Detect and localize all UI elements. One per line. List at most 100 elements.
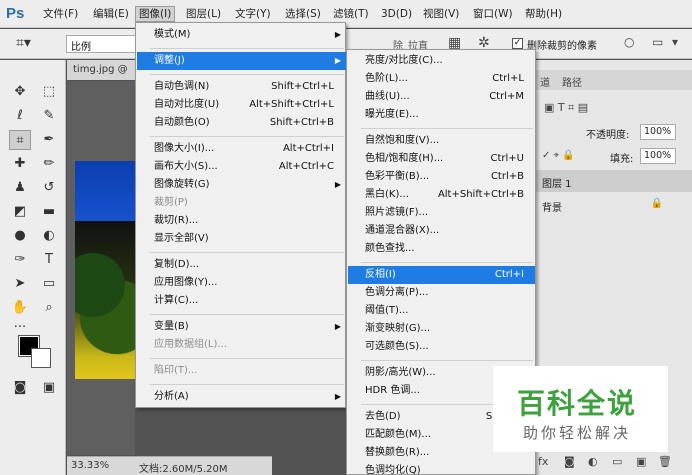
tab-channels[interactable]: 道 [540,74,550,89]
delete-cropped-checkbox[interactable]: ✓ [512,38,523,49]
crop-icon[interactable]: ⌗▾ [16,35,31,51]
ratio-select[interactable]: 比例 [66,35,138,53]
menu-filter[interactable]: 滤镜(T) [330,6,372,22]
adjust-menu-item[interactable]: 色阶(L)... Ctrl+L [348,70,535,88]
layer-filter-icons[interactable]: ▣ T ⌗ ▤ [544,101,588,115]
menu-image[interactable]: 图像(I) [135,6,176,22]
adjust-menu-item[interactable]: 色调均化(Q) [348,462,535,474]
adjust-menu-item[interactable]: 通道混合器(X)... [348,222,535,240]
more-tools-icon[interactable]: ··· [9,318,31,338]
fx-icon[interactable]: fx [538,455,548,468]
menu-item-shortcut: Shift+Ctrl+L [271,81,334,92]
adjust-menu-item[interactable]: 亮度/对比度(C)... [348,52,535,70]
gradient-tool-icon[interactable]: ▬ [38,202,60,222]
brush-tool-icon[interactable]: ✏ [38,154,60,174]
type-tool-icon[interactable]: T [38,250,60,270]
image-menu-item[interactable]: 复制(D)... [137,256,346,274]
image-menu-item[interactable]: 图像旋转(G) ▶ [137,176,346,194]
lock-icons[interactable]: ✓ ⌖ 🔒 [542,150,575,161]
adjust-menu-item[interactable]: 渐变映射(G)... [348,320,535,338]
image-menu-item[interactable]: 计算(C)... [137,292,346,310]
quick-mask-icon[interactable]: ◙ [9,378,31,398]
image-menu-item[interactable]: 调整(J) ▶ [137,52,346,70]
image-menu-item[interactable]: 裁切(R)... [137,212,346,230]
fill-field[interactable]: 100% [640,148,676,164]
quick-select-icon[interactable]: ✎ [38,106,60,126]
eraser-tool-icon[interactable]: ◩ [9,202,31,222]
path-select-icon[interactable]: ➤ [9,274,31,294]
menu-edit[interactable]: 编辑(E) [90,6,132,22]
image-menu-item[interactable]: 画布大小(S)... Alt+Ctrl+C [137,158,346,176]
menu-window[interactable]: 窗口(W) [470,6,516,22]
adjust-menu-item[interactable]: 反相(I) Ctrl+I [348,266,535,284]
menu-item-label: 阈值(T)... [365,305,409,316]
move-tool-icon[interactable]: ✥ [9,82,31,102]
menu-item-shortcut: Ctrl+U [490,153,525,164]
menu-file[interactable]: 文件(F) [40,6,81,22]
history-brush-icon[interactable]: ↺ [38,178,60,198]
image-menu-item[interactable]: 自动色调(N) Shift+Ctrl+L [137,78,346,96]
hand-tool-icon[interactable]: ✋ [9,298,31,318]
adjust-menu-item[interactable]: 曲线(U)... Ctrl+M [348,88,535,106]
eyedropper-icon[interactable]: ✒ [38,130,60,150]
image-menu-item[interactable]: 变量(B) ▶ [137,318,346,336]
dodge-tool-icon[interactable]: ◐ [38,226,60,246]
opacity-field[interactable]: 100% [640,124,676,140]
menu-type[interactable]: 文字(Y) [232,6,274,22]
menu-item-label: 曲线(U)... [365,91,410,102]
image-menu-item[interactable]: 应用图像(Y)... [137,274,346,292]
menu-select[interactable]: 选择(S) [282,6,324,22]
lasso-tool-icon[interactable]: ℓ [9,106,31,126]
document-tab[interactable]: timg.jpg @ [67,60,137,80]
panel-tabs: 道 路径 [536,70,692,90]
document-info[interactable]: 文档:2.60M/5.20M [139,460,228,475]
image-menu: 模式(M) ▶ 调整(J) ▶ 自动色调(N) Shift+Ctrl+L 自动对比度(U) A… [135,22,346,408]
image-menu-item[interactable]: 模式(M) ▶ [137,26,346,44]
adjustment-icon[interactable]: ◐ [588,455,598,468]
clone-stamp-icon[interactable]: ♟ [9,178,31,198]
background-color-swatch[interactable] [31,348,51,368]
image-menu-item[interactable]: 分析(A) ▶ [137,388,346,406]
image-menu-item[interactable]: 图像大小(I)... Alt+Ctrl+I [137,140,346,158]
adjust-menu-item[interactable]: 色调分离(P)... [348,284,535,302]
image-menu-item[interactable]: 自动颜色(O) Shift+Ctrl+B [137,114,346,132]
tab-paths[interactable]: 路径 [562,74,582,89]
adjust-menu-item[interactable]: 可选颜色(S)... [348,338,535,356]
zoom-level[interactable]: 33.33% [71,460,109,471]
trash-icon[interactable]: 🗑 [658,455,672,468]
adjust-menu-item[interactable]: 黑白(K)... Alt+Shift+Ctrl+B [348,186,535,204]
layer-row[interactable]: 背景 🔒 [536,194,692,216]
new-layer-icon[interactable]: ▣ [636,455,646,468]
adjust-menu-item[interactable]: 照片滤镜(F)... [348,204,535,222]
search-icon[interactable]: ○ [624,35,634,49]
healing-brush-icon[interactable]: ✚ [9,154,31,174]
mask-icon[interactable]: ◙ [564,455,575,468]
adjust-menu-item[interactable]: 颜色查找... [348,240,535,258]
adjust-menu-item[interactable]: 色彩平衡(B)... Ctrl+B [348,168,535,186]
more-icon[interactable]: ▾ [672,35,678,49]
marquee-tool-icon[interactable]: ⬚ [38,82,60,102]
group-icon[interactable]: ▭ [612,455,622,468]
layer-name: 背景 [542,203,562,214]
screen-mode-icon[interactable]: ▣ [38,378,60,398]
shape-tool-icon[interactable]: ▭ [38,274,60,294]
menu-help[interactable]: 帮助(H) [522,6,565,22]
blur-tool-icon[interactable]: ● [9,226,31,246]
menu-item-label: 复制(D)... [154,259,200,270]
adjust-menu-item[interactable]: 曝光度(E)... [348,106,535,124]
image-menu-item[interactable]: 自动对比度(U) Alt+Shift+Ctrl+L [137,96,346,114]
menu-view[interactable]: 视图(V) [420,6,462,22]
adjust-menu-item[interactable]: 阈值(T)... [348,302,535,320]
delete-cropped-label: 删除裁剪的像素 [527,41,597,52]
crop-tool-icon[interactable]: ⌗ [9,130,31,150]
adjust-menu-item[interactable]: 色相/饱和度(H)... Ctrl+U [348,150,535,168]
zoom-tool-icon[interactable]: ⌕ [38,298,60,318]
workspace-icon[interactable]: ▭ [652,35,663,49]
pen-tool-icon[interactable]: ✑ [9,250,31,270]
menu-3d[interactable]: 3D(D) [378,6,415,22]
adjust-menu-item[interactable]: 自然饱和度(V)... [348,132,535,150]
menu-layer[interactable]: 图层(L) [183,6,224,22]
canvas-area[interactable] [67,81,135,455]
image-menu-item[interactable]: 显示全部(V) [137,230,346,248]
layer-row[interactable]: 图层 1 [536,170,692,192]
